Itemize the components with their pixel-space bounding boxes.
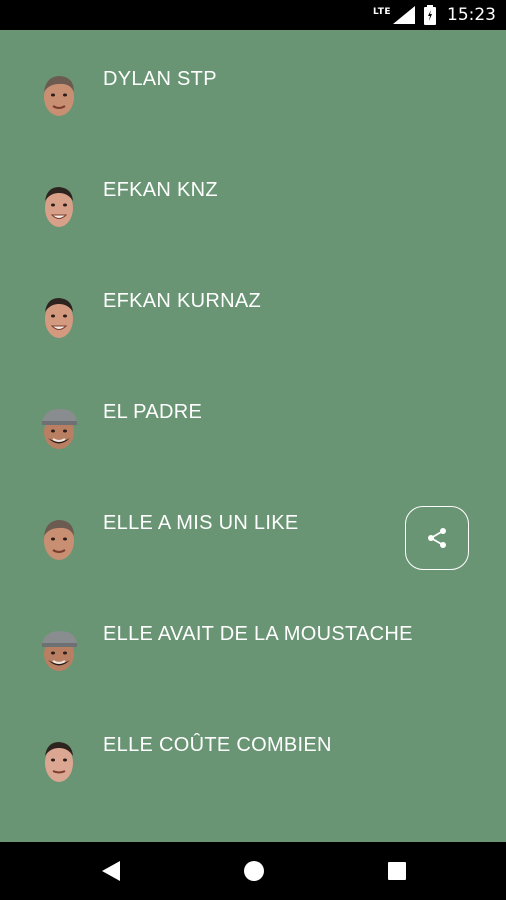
recents-button[interactable]	[384, 858, 410, 884]
list-item-label: ELLE A MIS UN LIKE	[103, 512, 299, 534]
face-avatar-icon	[45, 742, 73, 782]
back-button[interactable]	[98, 858, 124, 884]
list-item[interactable]: ELLE COÛTE COMBIEN	[0, 696, 506, 807]
list-item-label: EL PADRE	[103, 401, 203, 423]
face-cap-avatar-icon	[42, 409, 77, 449]
home-button[interactable]	[241, 858, 267, 884]
list-item-label: DYLAN STP	[103, 68, 217, 90]
share-button[interactable]	[405, 506, 469, 570]
list-item-label: ELLE AVAIT DE LA MOUSTACHE	[103, 623, 413, 645]
list-item-label: EFKAN KNZ	[103, 179, 218, 201]
face-avatar-icon	[44, 76, 74, 116]
home-icon	[244, 861, 264, 881]
network-type: LTE	[372, 7, 391, 17]
clock: 15:23	[447, 5, 496, 25]
face-cap-avatar-icon	[42, 631, 77, 671]
share-icon	[428, 528, 446, 548]
face-avatar-icon	[45, 187, 73, 227]
battery-icon	[424, 5, 436, 25]
list-item-label: EFKAN KURNAZ	[103, 290, 262, 312]
list-item-label: ELLE COÛTE COMBIEN	[103, 734, 332, 756]
signal-icon	[393, 6, 415, 24]
status-bar: LTE 15:23	[0, 0, 506, 30]
list-item[interactable]: DYLAN STP	[0, 30, 506, 141]
navigation-bar	[0, 842, 506, 900]
sound-list: DYLAN STP EFKAN KNZ EFKAN KURNAZ EL PADR…	[0, 30, 506, 842]
list-item[interactable]: EL PADRE	[0, 363, 506, 474]
list-item[interactable]: EFKAN KNZ	[0, 141, 506, 252]
recents-icon	[388, 862, 406, 880]
list-item[interactable]: EFKAN KURNAZ	[0, 252, 506, 363]
list-item[interactable]: ELLE AVAIT DE LA MOUSTACHE	[0, 585, 506, 696]
back-icon	[102, 861, 120, 881]
face-avatar-icon	[44, 520, 74, 560]
face-avatar-icon	[45, 298, 73, 338]
